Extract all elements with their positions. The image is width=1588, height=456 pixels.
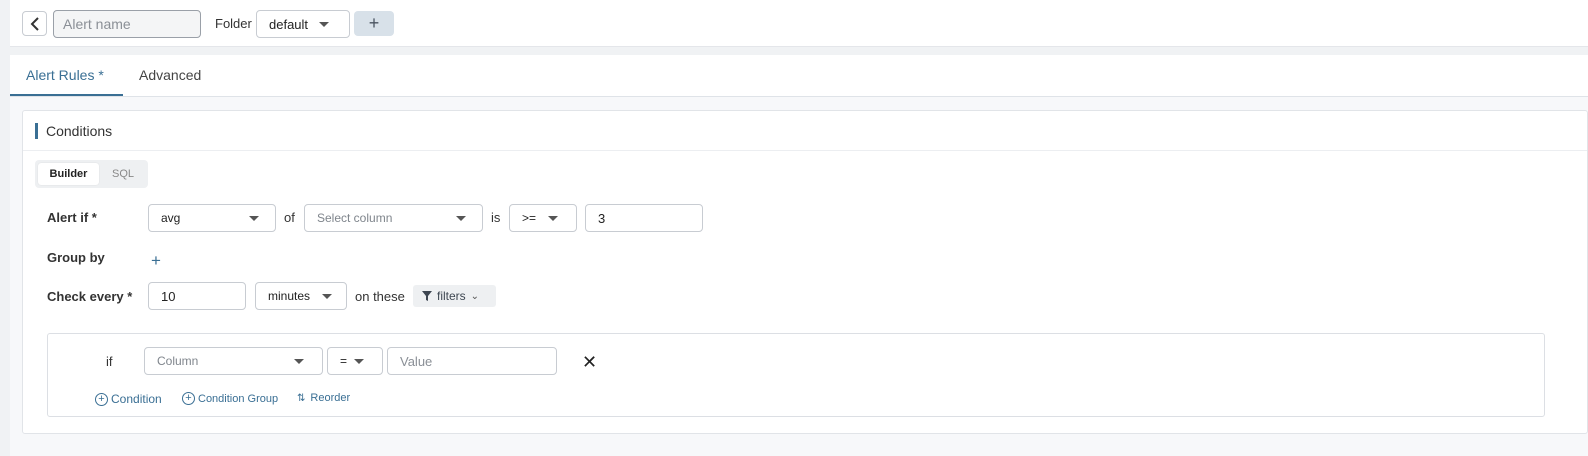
add-circle-icon: +	[182, 392, 195, 405]
condition-column-placeholder: Column	[157, 354, 199, 368]
add-condition-group-button[interactable]: + Condition Group	[182, 392, 278, 405]
reorder-label: Reorder	[310, 392, 351, 404]
caret-down-icon	[249, 216, 259, 221]
alert-if-label: Alert if *	[47, 210, 97, 225]
folder-label: Folder	[215, 16, 252, 31]
sql-toggle-button[interactable]: SQL	[101, 163, 145, 185]
on-these-text: on these	[355, 289, 405, 304]
time-unit-value: minutes	[268, 289, 311, 303]
caret-down-icon	[548, 216, 558, 221]
reorder-button[interactable]: ⇅ Reorder	[297, 392, 350, 404]
add-circle-icon: +	[95, 392, 108, 406]
add-condition-button[interactable]: + Condition	[95, 392, 162, 406]
condition-group: if Column = ✕ + Condition + Condition Gr…	[47, 333, 1545, 417]
add-condition-label: Condition	[111, 392, 162, 406]
check-every-input[interactable]	[148, 282, 246, 310]
remove-condition-icon[interactable]: ✕	[582, 352, 597, 373]
conditions-card: Conditions Builder SQL Alert if * avg of…	[22, 110, 1588, 434]
column-select[interactable]: Select column	[304, 204, 483, 232]
condition-operator-select[interactable]: =	[327, 347, 383, 375]
folder-select[interactable]: default	[256, 10, 350, 38]
builder-toggle-button[interactable]: Builder	[38, 163, 99, 185]
condition-column-select[interactable]: Column	[144, 347, 323, 375]
if-label: if	[106, 354, 113, 369]
add-group-by-button[interactable]: +	[151, 251, 161, 271]
aggregation-select[interactable]: avg	[148, 204, 276, 232]
of-text: of	[284, 210, 295, 225]
add-folder-button[interactable]: +	[354, 11, 394, 36]
filters-toggle-button[interactable]: filters ⌄	[413, 285, 496, 307]
condition-operator-value: =	[340, 354, 348, 368]
check-every-label: Check every *	[47, 289, 133, 304]
chevron-left-icon	[30, 16, 39, 31]
caret-down-icon	[456, 216, 466, 221]
caret-down-icon	[322, 294, 332, 299]
tab-bar: Alert Rules * Advanced	[10, 55, 1588, 97]
threshold-input[interactable]	[585, 204, 703, 232]
add-condition-group-label: Condition Group	[198, 392, 279, 405]
column-select-placeholder: Select column	[317, 211, 393, 225]
caret-down-icon	[319, 22, 329, 27]
operator-value: >=	[522, 211, 537, 225]
tab-advanced[interactable]: Advanced	[139, 67, 201, 83]
top-bar: Folder default +	[10, 0, 1588, 47]
filter-icon	[422, 291, 432, 301]
section-accent-bar	[35, 123, 38, 139]
caret-down-icon	[354, 359, 364, 364]
alert-name-input[interactable]	[53, 10, 201, 38]
active-tab-indicator	[10, 94, 123, 96]
is-text: is	[491, 210, 501, 225]
conditions-title: Conditions	[46, 123, 113, 139]
mode-toggle: Builder SQL	[35, 160, 148, 188]
caret-down-icon	[294, 359, 304, 364]
condition-value-input[interactable]	[387, 347, 557, 375]
operator-select[interactable]: >=	[509, 204, 577, 232]
filters-label: filters	[437, 289, 466, 303]
group-by-label: Group by	[47, 250, 105, 265]
chevron-down-icon: ⌄	[470, 290, 480, 302]
back-button[interactable]	[22, 11, 47, 36]
conditions-header: Conditions	[23, 111, 1587, 151]
tab-alert-rules[interactable]: Alert Rules *	[26, 67, 104, 83]
main-content: Alert Rules * Advanced Conditions Builde…	[10, 55, 1588, 456]
aggregation-value: avg	[161, 211, 181, 225]
time-unit-select[interactable]: minutes	[255, 282, 347, 310]
folder-select-value: default	[269, 16, 309, 32]
sort-icon: ⇅	[297, 392, 306, 404]
